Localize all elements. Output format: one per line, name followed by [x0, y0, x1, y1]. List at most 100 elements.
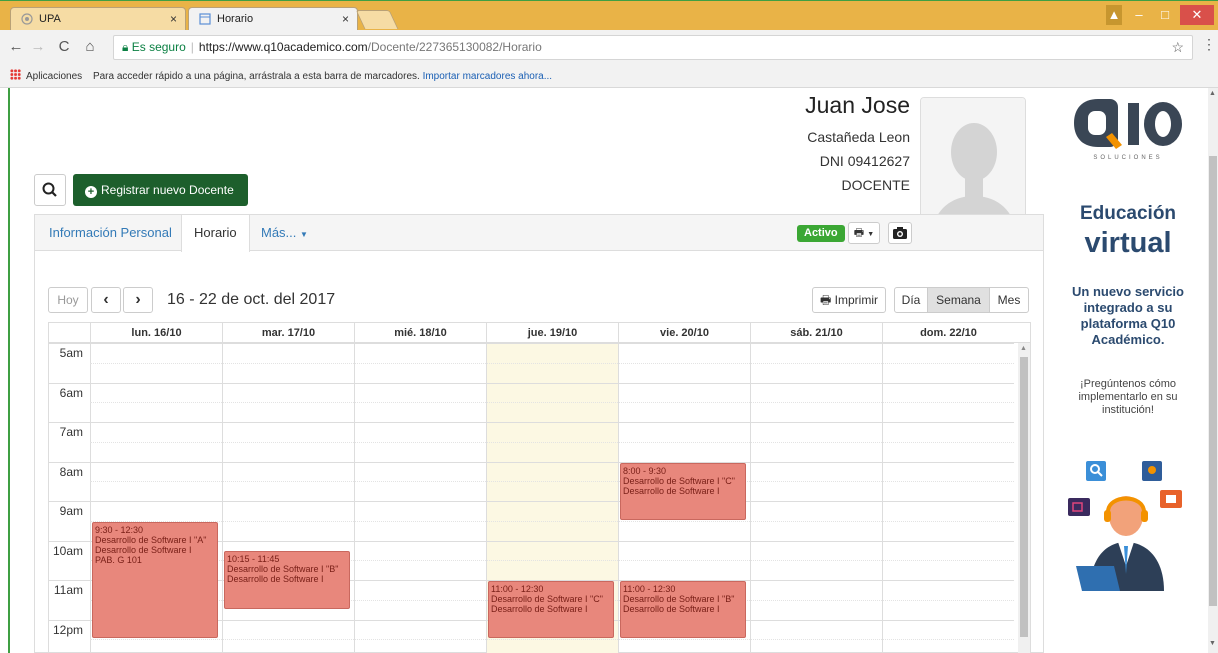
day-header[interactable]: mar. 17/10 [222, 323, 354, 343]
user-icon[interactable]: ▲ [1106, 5, 1122, 25]
day-column-divider [90, 343, 91, 653]
half-hour-line [90, 639, 1014, 641]
hour-label: 12pm [52, 622, 83, 637]
hour-label: 6am [59, 385, 83, 400]
half-hour-line [90, 481, 1014, 483]
apps-link[interactable]: Aplicaciones [26, 71, 82, 82]
event-text: 11:00 - 12:30 [623, 584, 676, 594]
new-tab-button[interactable] [355, 10, 399, 29]
search-button[interactable] [34, 174, 66, 206]
camera-button[interactable] [888, 222, 912, 244]
register-label: Registrar nuevo Docente [101, 183, 234, 197]
hour-line [49, 343, 1014, 344]
register-teacher-button[interactable]: + Registrar nuevo Docente [73, 174, 248, 206]
day-header[interactable]: dom. 22/10 [882, 323, 1014, 343]
address-bar-row: ← → C ⌂ 🔒︎ Es seguro | https://www.q10acad… [0, 30, 1218, 66]
page-content: + Registrar nuevo Docente Juan Jose Casta… [8, 88, 1218, 653]
hour-label: 11am [53, 583, 83, 597]
calendar-scrollbar[interactable]: ▲ [1018, 343, 1030, 653]
browser-tab-title: Horario [217, 13, 254, 25]
apps-grid-icon[interactable] [10, 69, 21, 80]
reload-icon[interactable]: C [54, 38, 74, 55]
schedule-event[interactable]: 9:30 - 12:30 Desarrollo de Software I "A"… [92, 521, 218, 639]
view-week-button[interactable]: Semana [927, 287, 990, 313]
day-column-divider [618, 343, 619, 653]
close-tab-icon[interactable]: × [170, 8, 177, 30]
day-header[interactable]: mié. 18/10 [354, 323, 486, 343]
half-hour-line [90, 362, 1014, 364]
day-column-divider [222, 343, 223, 653]
calendar-range-title: 16 - 22 de oct. del 2017 [167, 291, 336, 308]
calendar-toolbar: Hoy ‹ › 16 - 22 de oct. del 2017 🖶︎ Impr… [35, 285, 1043, 315]
hour-label: 5am [59, 346, 83, 360]
back-arrow-icon[interactable]: ← [6, 38, 26, 55]
tab-mas[interactable]: Más... ▼ [249, 215, 320, 251]
calendar-time-grid: 5am 6am 7am 8am 9am 10am 11am 12pm 9:30 - 12:30 D… [49, 343, 1030, 653]
day-header[interactable]: lun. 16/10 [90, 323, 222, 343]
print-label: Imprimir [834, 293, 878, 307]
advertisement-panel[interactable]: SOLUCIONES Educación virtual Un nuevo se… [1048, 88, 1208, 653]
ad-call-to-action: ¡Pregúntenos cómo implementarlo en su in… [1078, 378, 1178, 416]
import-bookmarks-link[interactable]: Importar marcadores ahora... [423, 71, 553, 82]
browser-menu-icon[interactable]: ⋮ [1202, 36, 1216, 53]
browser-tab-horario[interactable]: Horario × [188, 7, 358, 31]
browser-tab-upa[interactable]: UPA × [10, 7, 186, 31]
half-hour-line [90, 441, 1014, 443]
event-text: 11:00 - 12:30 [491, 584, 544, 594]
chevron-right-icon: › [135, 291, 141, 308]
schedule-event[interactable]: 11:00 - 12:30 Desarrollo de Software I "B… [620, 581, 746, 639]
url-path: /Docente/227365130082/Horario [367, 40, 542, 54]
schedule-event[interactable]: 11:00 - 12:30 Desarrollo de Software I "C… [488, 581, 614, 639]
day-header[interactable]: vie. 20/10 [618, 323, 750, 343]
bookmark-star-icon[interactable]: ☆ [1171, 36, 1184, 59]
minimize-button[interactable]: – [1126, 5, 1152, 25]
bookmarks-hint: Para acceder rápido a una página, arrást… [92, 71, 420, 82]
hour-line [49, 382, 1014, 384]
teacher-panel: Información Personal Horario Más... ▼ Ac… [34, 214, 1044, 653]
event-text: Desarrollo de Software I [623, 604, 720, 614]
view-day-button[interactable]: Día [894, 287, 928, 313]
camera-icon [893, 227, 907, 239]
restore-button[interactable]: □ [1152, 5, 1178, 25]
ad-title-line2: virtual [1084, 227, 1172, 259]
forward-arrow-icon[interactable]: → [28, 38, 48, 55]
day-header[interactable]: jue. 19/10 [486, 323, 618, 343]
home-icon[interactable]: ⌂ [80, 38, 100, 55]
page-scrollbar[interactable]: ▲ ▼ [1208, 88, 1218, 653]
teacher-dni: DNI 09412627 [819, 153, 910, 169]
today-button[interactable]: Hoy [48, 287, 88, 313]
url-field[interactable]: 🔒︎ Es seguro | https://www.q10academico.co… [113, 35, 1193, 60]
calendar-day-headers: lun. 16/10 mar. 17/10 mié. 18/10 jue. 19/10… [49, 323, 1030, 343]
half-hour-line [90, 402, 1014, 404]
tab-informacion-personal[interactable]: Información Personal [37, 215, 184, 251]
scroll-up-icon[interactable]: ▲ [1209, 90, 1216, 97]
print-dropdown-button[interactable]: 🖶︎ ▼ [848, 222, 880, 244]
caret-down-icon: ▼ [300, 230, 308, 239]
event-text: Desarrollo de Software I "B" [623, 594, 735, 604]
scroll-down-icon[interactable]: ▼ [1209, 640, 1216, 647]
q10-logo-icon [1074, 99, 1182, 149]
close-tab-icon[interactable]: × [342, 8, 349, 30]
printer-icon: 🖶︎ [853, 227, 865, 239]
site-favicon-icon [21, 13, 33, 25]
view-month-button[interactable]: Mes [989, 287, 1029, 313]
close-window-button[interactable]: ✕ [1180, 5, 1214, 25]
event-text: Desarrollo de Software I "C" [491, 594, 603, 604]
event-text: Desarrollo de Software I "C" [623, 475, 735, 486]
window-border [8, 88, 10, 653]
tab-horario[interactable]: Horario [181, 215, 250, 252]
teacher-role: DOCENTE [841, 177, 910, 193]
week-calendar: lun. 16/10 mar. 17/10 mié. 18/10 jue. 19/10… [48, 322, 1031, 653]
page-scrollbar-thumb[interactable] [1209, 156, 1217, 606]
next-week-button[interactable]: › [123, 287, 153, 313]
scroll-up-icon[interactable]: ▲ [1020, 345, 1027, 352]
print-calendar-button[interactable]: 🖶︎ Imprimir [812, 287, 886, 313]
prev-week-button[interactable]: ‹ [91, 287, 121, 313]
ad-title-line1: Educación [1079, 203, 1177, 224]
calendar-scrollbar-thumb[interactable] [1020, 357, 1028, 637]
schedule-event[interactable]: 10:15 - 11:45 Desarrollo de Software I "B… [224, 551, 350, 609]
schedule-event[interactable]: 8:00 - 9:30 Desarrollo de Software I "C" D… [620, 462, 746, 520]
hour-line [49, 501, 1014, 502]
day-header[interactable]: sáb. 21/10 [750, 323, 882, 343]
event-text: Desarrollo de Software I [623, 485, 720, 496]
